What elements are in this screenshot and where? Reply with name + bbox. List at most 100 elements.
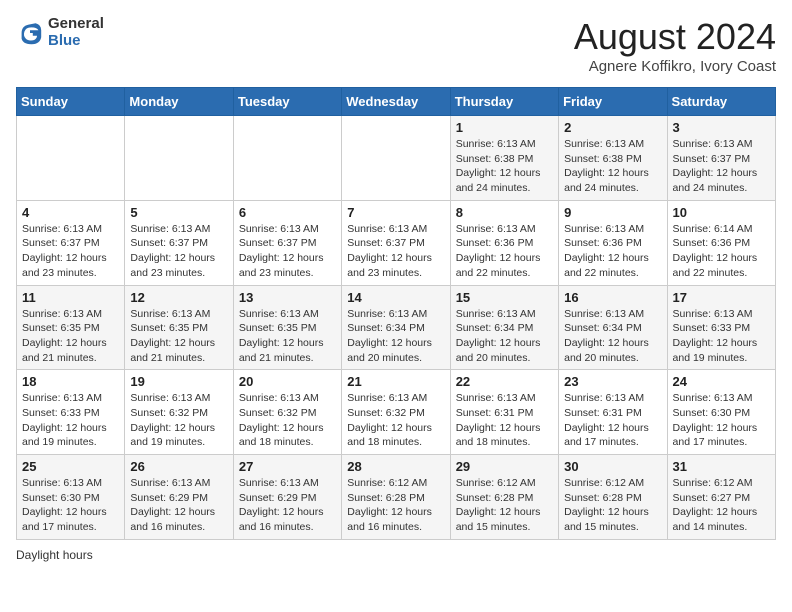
calendar-cell: 2Sunrise: 6:13 AM Sunset: 6:38 PM Daylig… — [559, 116, 667, 201]
day-info: Sunrise: 6:13 AM Sunset: 6:29 PM Dayligh… — [239, 476, 336, 535]
day-number: 5 — [130, 205, 227, 220]
calendar-week-2: 4 Sunrise: 6:13 AM Sunset: 6:37 PM Daylig… — [17, 200, 776, 285]
logo-text: General Blue — [48, 16, 104, 49]
calendar-cell: 21 Sunrise: 6:13 AM Sunset: 6:32 PM Dayli… — [342, 370, 450, 455]
calendar-week-5: 25Sunrise: 6:13 AM Sunset: 6:30 PM Dayli… — [17, 455, 776, 540]
day-number: 8 — [456, 205, 553, 220]
weekday-header-wednesday: Wednesday — [342, 88, 450, 116]
calendar-cell — [125, 116, 233, 201]
day-number: 23 — [564, 374, 661, 389]
day-info: Sunrise: 6:12 AM Sunset: 6:27 PM Dayligh… — [673, 476, 770, 535]
calendar-cell — [342, 116, 450, 201]
calendar-cell: 29 Sunrise: 6:12 AM Sunset: 6:28 PM Dayli… — [450, 455, 558, 540]
daylight-label: Daylight hours — [16, 548, 93, 562]
day-number: 10 — [673, 205, 770, 220]
calendar-cell: 24Sunrise: 6:13 AM Sunset: 6:30 PM Dayli… — [667, 370, 775, 455]
day-info: Sunrise: 6:13 AM Sunset: 6:32 PM Dayligh… — [239, 391, 336, 450]
day-number: 19 — [130, 374, 227, 389]
calendar-cell: 15 Sunrise: 6:13 AM Sunset: 6:34 PM Dayli… — [450, 285, 558, 370]
calendar-week-3: 11Sunrise: 6:13 AM Sunset: 6:35 PM Dayli… — [17, 285, 776, 370]
day-info: Sunrise: 6:13 AM Sunset: 6:32 PM Dayligh… — [130, 391, 227, 450]
calendar-cell: 13Sunrise: 6:13 AM Sunset: 6:35 PM Dayli… — [233, 285, 341, 370]
footer-note: Daylight hours — [16, 548, 776, 562]
calendar-cell: 18 Sunrise: 6:13 AM Sunset: 6:33 PM Dayli… — [17, 370, 125, 455]
day-number: 21 — [347, 374, 444, 389]
day-info: Sunrise: 6:13 AM Sunset: 6:37 PM Dayligh… — [347, 222, 444, 281]
day-info: Sunrise: 6:13 AM Sunset: 6:30 PM Dayligh… — [673, 391, 770, 450]
calendar-cell: 14 Sunrise: 6:13 AM Sunset: 6:34 PM Dayli… — [342, 285, 450, 370]
weekday-header-tuesday: Tuesday — [233, 88, 341, 116]
day-number: 1 — [456, 120, 553, 135]
calendar-cell: 17 Sunrise: 6:13 AM Sunset: 6:33 PM Dayli… — [667, 285, 775, 370]
calendar-cell: 23 Sunrise: 6:13 AM Sunset: 6:31 PM Dayli… — [559, 370, 667, 455]
day-info: Sunrise: 6:13 AM Sunset: 6:37 PM Dayligh… — [130, 222, 227, 281]
day-info: Sunrise: 6:13 AM Sunset: 6:32 PM Dayligh… — [347, 391, 444, 450]
weekday-header-friday: Friday — [559, 88, 667, 116]
calendar-cell: 25Sunrise: 6:13 AM Sunset: 6:30 PM Dayli… — [17, 455, 125, 540]
calendar-cell: 6 Sunrise: 6:13 AM Sunset: 6:37 PM Daylig… — [233, 200, 341, 285]
day-info: Sunrise: 6:13 AM Sunset: 6:31 PM Dayligh… — [564, 391, 661, 450]
calendar-cell: 10Sunrise: 6:14 AM Sunset: 6:36 PM Dayli… — [667, 200, 775, 285]
day-info: Sunrise: 6:12 AM Sunset: 6:28 PM Dayligh… — [564, 476, 661, 535]
day-info: Sunrise: 6:13 AM Sunset: 6:35 PM Dayligh… — [130, 307, 227, 366]
calendar-cell: 5 Sunrise: 6:13 AM Sunset: 6:37 PM Daylig… — [125, 200, 233, 285]
day-number: 15 — [456, 290, 553, 305]
calendar-cell: 3Sunrise: 6:13 AM Sunset: 6:37 PM Daylig… — [667, 116, 775, 201]
calendar-cell — [233, 116, 341, 201]
weekday-header-monday: Monday — [125, 88, 233, 116]
day-info: Sunrise: 6:12 AM Sunset: 6:28 PM Dayligh… — [347, 476, 444, 535]
calendar-cell: 20 Sunrise: 6:13 AM Sunset: 6:32 PM Dayli… — [233, 370, 341, 455]
day-number: 9 — [564, 205, 661, 220]
calendar-cell: 28 Sunrise: 6:12 AM Sunset: 6:28 PM Dayli… — [342, 455, 450, 540]
title-area: August 2024 Agnere Koffikro, Ivory Coast — [574, 16, 776, 75]
calendar-cell: 30 Sunrise: 6:12 AM Sunset: 6:28 PM Dayli… — [559, 455, 667, 540]
calendar-cell: 16Sunrise: 6:13 AM Sunset: 6:34 PM Dayli… — [559, 285, 667, 370]
calendar-cell: 26 Sunrise: 6:13 AM Sunset: 6:29 PM Dayli… — [125, 455, 233, 540]
calendar-week-1: 1 Sunrise: 6:13 AM Sunset: 6:38 PM Daylig… — [17, 116, 776, 201]
weekday-header-thursday: Thursday — [450, 88, 558, 116]
logo: General Blue — [16, 16, 104, 49]
day-info: Sunrise: 6:13 AM Sunset: 6:37 PM Dayligh… — [239, 222, 336, 281]
day-info: Sunrise: 6:13 AM Sunset: 6:31 PM Dayligh… — [456, 391, 553, 450]
generalblue-logo-icon — [16, 19, 44, 47]
day-info: Sunrise: 6:13 AM Sunset: 6:37 PM Dayligh… — [22, 222, 119, 281]
day-info: Sunrise: 6:13 AM Sunset: 6:29 PM Dayligh… — [130, 476, 227, 535]
calendar-week-4: 18 Sunrise: 6:13 AM Sunset: 6:33 PM Dayli… — [17, 370, 776, 455]
calendar-cell: 12 Sunrise: 6:13 AM Sunset: 6:35 PM Dayli… — [125, 285, 233, 370]
logo-blue-text: Blue — [48, 33, 104, 50]
calendar-cell: 8 Sunrise: 6:13 AM Sunset: 6:36 PM Daylig… — [450, 200, 558, 285]
calendar-cell: 7 Sunrise: 6:13 AM Sunset: 6:37 PM Daylig… — [342, 200, 450, 285]
day-number: 18 — [22, 374, 119, 389]
day-number: 12 — [130, 290, 227, 305]
day-info: Sunrise: 6:13 AM Sunset: 6:36 PM Dayligh… — [564, 222, 661, 281]
calendar-cell: 19 Sunrise: 6:13 AM Sunset: 6:32 PM Dayli… — [125, 370, 233, 455]
day-info: Sunrise: 6:13 AM Sunset: 6:33 PM Dayligh… — [673, 307, 770, 366]
day-number: 3 — [673, 120, 770, 135]
day-number: 26 — [130, 459, 227, 474]
day-info: Sunrise: 6:13 AM Sunset: 6:36 PM Dayligh… — [456, 222, 553, 281]
day-number: 30 — [564, 459, 661, 474]
logo-general-text: General — [48, 16, 104, 33]
day-number: 6 — [239, 205, 336, 220]
day-number: 4 — [22, 205, 119, 220]
location-subtitle: Agnere Koffikro, Ivory Coast — [574, 58, 776, 75]
day-number: 13 — [239, 290, 336, 305]
weekday-header-sunday: Sunday — [17, 88, 125, 116]
day-number: 14 — [347, 290, 444, 305]
day-number: 28 — [347, 459, 444, 474]
day-info: Sunrise: 6:13 AM Sunset: 6:34 PM Dayligh… — [456, 307, 553, 366]
day-number: 7 — [347, 205, 444, 220]
day-number: 20 — [239, 374, 336, 389]
day-info: Sunrise: 6:13 AM Sunset: 6:33 PM Dayligh… — [22, 391, 119, 450]
day-number: 25 — [22, 459, 119, 474]
day-info: Sunrise: 6:13 AM Sunset: 6:38 PM Dayligh… — [456, 137, 553, 196]
day-number: 29 — [456, 459, 553, 474]
header: General Blue August 2024 Agnere Koffikro… — [16, 16, 776, 75]
day-info: Sunrise: 6:13 AM Sunset: 6:34 PM Dayligh… — [564, 307, 661, 366]
day-info: Sunrise: 6:13 AM Sunset: 6:38 PM Dayligh… — [564, 137, 661, 196]
day-info: Sunrise: 6:12 AM Sunset: 6:28 PM Dayligh… — [456, 476, 553, 535]
day-number: 27 — [239, 459, 336, 474]
day-info: Sunrise: 6:13 AM Sunset: 6:34 PM Dayligh… — [347, 307, 444, 366]
day-number: 17 — [673, 290, 770, 305]
weekday-header-saturday: Saturday — [667, 88, 775, 116]
